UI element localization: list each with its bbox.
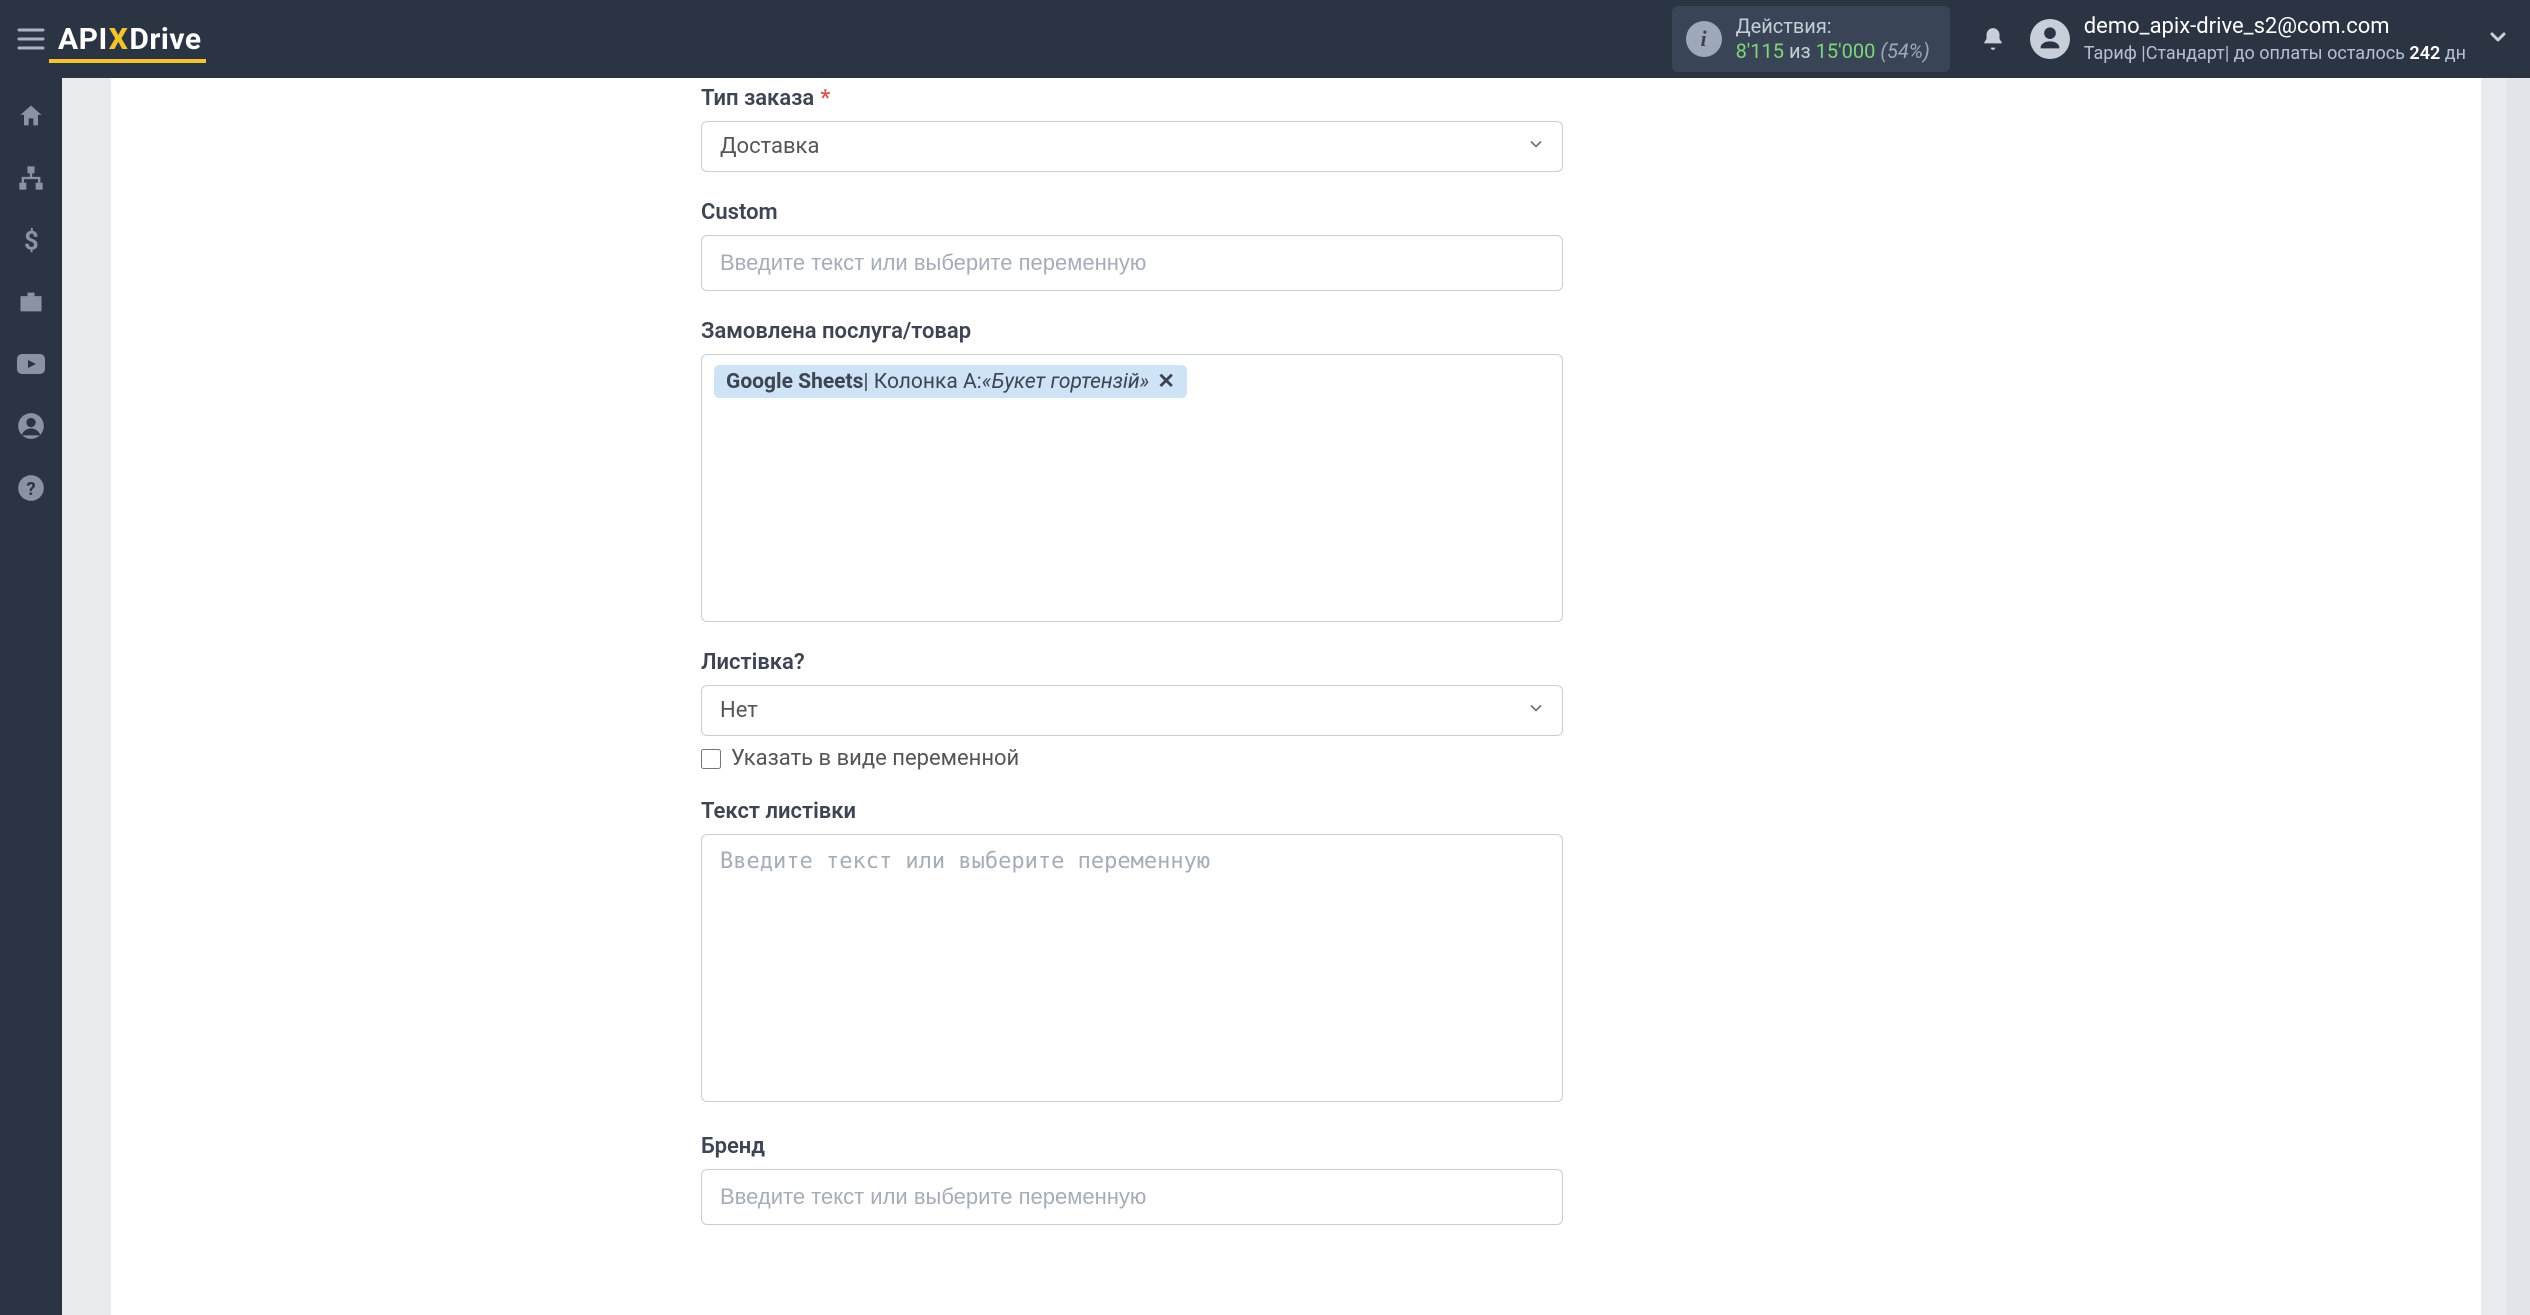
actions-of: из bbox=[1789, 39, 1811, 63]
input-brand[interactable] bbox=[701, 1169, 1563, 1225]
user-menu[interactable]: demo_apix-drive_s2@com.com Тариф |Станда… bbox=[2030, 13, 2466, 65]
avatar bbox=[2030, 19, 2070, 59]
main-content: Тип заказа * Доставка Custom Замовлена п… bbox=[62, 78, 2530, 1315]
select-order-type-value: Доставка bbox=[720, 134, 819, 159]
user-icon bbox=[2036, 25, 2064, 53]
label-postcard-text: Текст листівки bbox=[701, 799, 856, 824]
info-icon: i bbox=[1686, 21, 1722, 57]
sidebar-item-billing[interactable]: $ bbox=[11, 220, 51, 260]
actions-pct: (54%) bbox=[1880, 39, 1929, 63]
home-icon bbox=[17, 102, 45, 130]
tag-value: «Букет гортензій» bbox=[982, 370, 1150, 394]
label-custom: Custom bbox=[701, 200, 778, 225]
hierarchy-icon bbox=[17, 164, 45, 192]
actions-used: 8'115 bbox=[1736, 39, 1784, 63]
youtube-icon bbox=[16, 352, 46, 376]
select-order-type[interactable]: Доставка bbox=[701, 121, 1563, 172]
field-order-type: Тип заказа * Доставка bbox=[701, 86, 1563, 172]
sidebar-item-connections[interactable] bbox=[11, 158, 51, 198]
svg-text:?: ? bbox=[26, 478, 35, 500]
sidebar: $ ? bbox=[0, 78, 62, 1315]
label-order-type: Тип заказа bbox=[701, 86, 814, 111]
logo-pre: API bbox=[58, 22, 108, 57]
chevron-down-icon bbox=[2486, 25, 2510, 49]
field-postcard: Листівка? Нет Указать в виде переменной bbox=[701, 650, 1563, 771]
sidebar-item-home[interactable] bbox=[11, 96, 51, 136]
user-menu-toggle[interactable] bbox=[2486, 25, 2510, 53]
topbar: APIXDrive i Действия: 8'115 из 15'000 (5… bbox=[0, 0, 2530, 78]
notifications-button[interactable] bbox=[1976, 22, 2010, 56]
field-postcard-text: Текст листівки bbox=[701, 799, 1563, 1106]
sidebar-item-account[interactable] bbox=[11, 406, 51, 446]
user-circle-icon bbox=[17, 412, 45, 440]
required-marker: * bbox=[820, 86, 830, 111]
textarea-postcard-text[interactable] bbox=[701, 834, 1563, 1102]
tag-sep: | Колонка A: bbox=[863, 370, 981, 394]
scrollbar-track[interactable] bbox=[2506, 78, 2530, 1315]
checkbox-postcard-variable-input[interactable] bbox=[701, 749, 721, 769]
logo[interactable]: APIXDrive bbox=[58, 22, 202, 57]
tag-remove-button[interactable]: ✕ bbox=[1157, 369, 1175, 394]
select-postcard[interactable]: Нет bbox=[701, 685, 1563, 736]
help-icon: ? bbox=[17, 474, 45, 502]
input-custom[interactable] bbox=[701, 235, 1563, 291]
hamburger-icon bbox=[17, 27, 45, 51]
actions-counter[interactable]: i Действия: 8'115 из 15'000 (54%) bbox=[1672, 6, 1950, 72]
briefcase-icon bbox=[17, 288, 45, 316]
user-email: demo_apix-drive_s2@com.com bbox=[2084, 13, 2466, 42]
actions-label: Действия: bbox=[1736, 14, 1930, 39]
form-card: Тип заказа * Доставка Custom Замовлена п… bbox=[111, 78, 2481, 1315]
label-brand: Бренд bbox=[701, 1134, 765, 1159]
label-postcard: Листівка? bbox=[701, 650, 805, 675]
variable-tag[interactable]: Google Sheets | Колонка A: «Букет гортен… bbox=[714, 365, 1187, 398]
tag-source: Google Sheets bbox=[726, 370, 863, 394]
menu-toggle-button[interactable] bbox=[14, 22, 48, 56]
sidebar-item-help[interactable]: ? bbox=[11, 468, 51, 508]
select-postcard-value: Нет bbox=[720, 698, 758, 723]
sidebar-item-video[interactable] bbox=[11, 344, 51, 384]
checkbox-postcard-variable-label: Указать в виде переменной bbox=[731, 746, 1019, 771]
bell-icon bbox=[1980, 25, 2006, 53]
logo-post: Drive bbox=[129, 22, 201, 57]
tagbox-ordered-item[interactable]: Google Sheets | Колонка A: «Букет гортен… bbox=[701, 354, 1563, 622]
checkbox-postcard-variable[interactable]: Указать в виде переменной bbox=[701, 746, 1563, 771]
sidebar-item-briefcase[interactable] bbox=[11, 282, 51, 322]
svg-text:$: $ bbox=[24, 226, 39, 254]
user-tariff: Тариф |Стандарт| до оплаты осталось 242 … bbox=[2084, 42, 2466, 65]
chevron-down-icon bbox=[1526, 134, 1546, 154]
field-custom: Custom bbox=[701, 200, 1563, 291]
chevron-down-icon bbox=[1526, 698, 1546, 718]
label-ordered-item: Замовлена послуга/товар bbox=[701, 319, 971, 344]
actions-total: 15'000 bbox=[1816, 39, 1876, 63]
field-brand: Бренд bbox=[701, 1134, 1563, 1225]
dollar-icon: $ bbox=[17, 226, 45, 254]
field-ordered-item: Замовлена послуга/товар Google Sheets | … bbox=[701, 319, 1563, 622]
logo-x: X bbox=[109, 22, 129, 57]
